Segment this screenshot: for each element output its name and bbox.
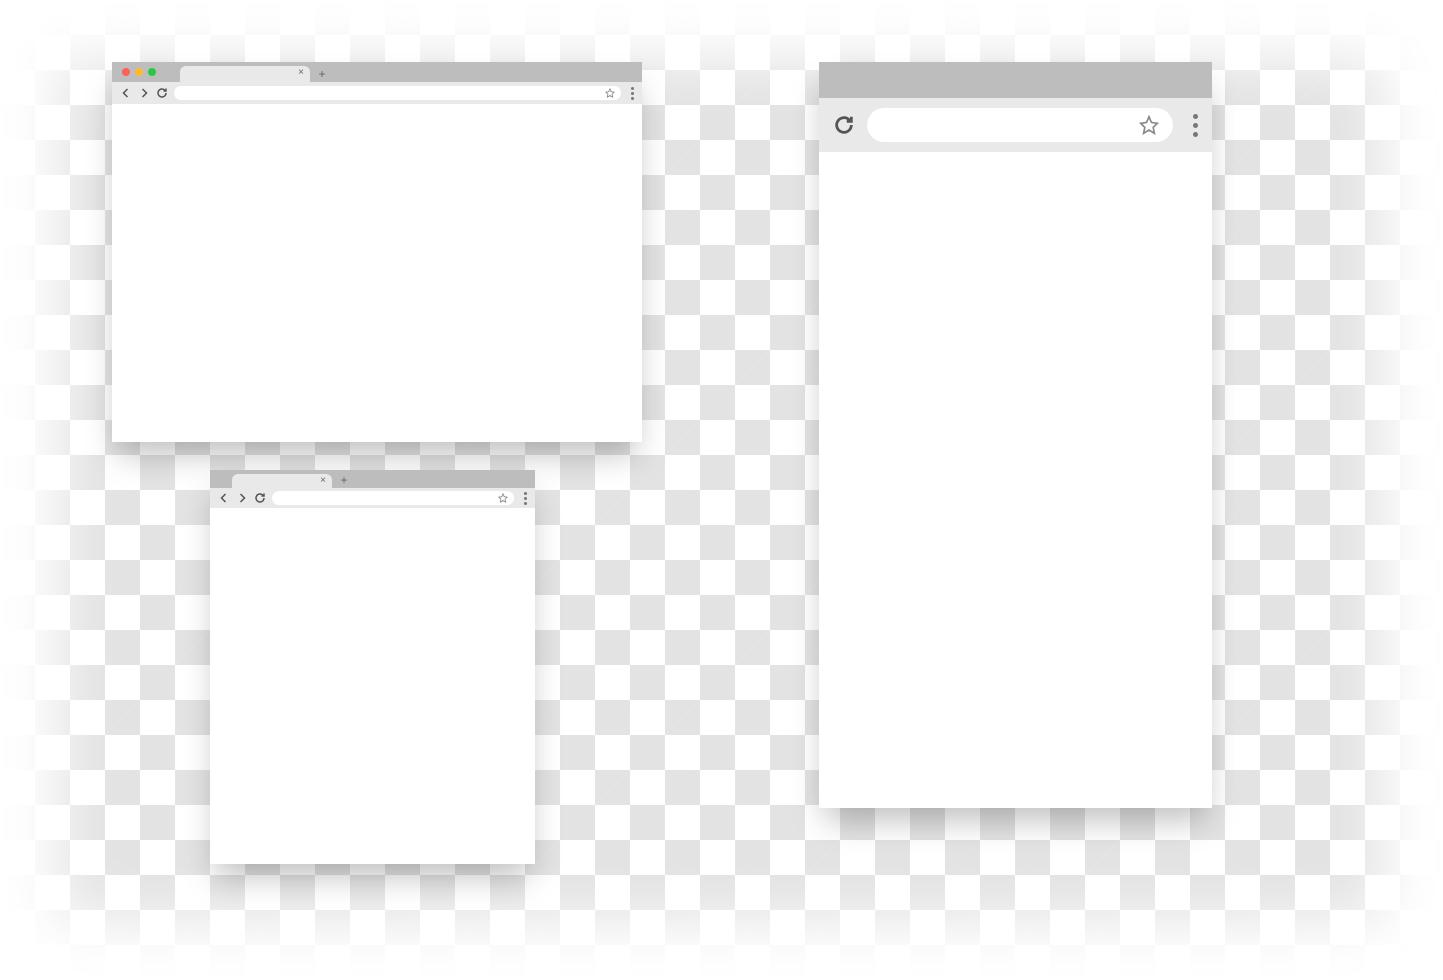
bookmark-star-icon[interactable] <box>1139 115 1159 135</box>
navigation-toolbar <box>819 98 1212 152</box>
mobile-top-bar <box>819 62 1212 98</box>
address-bar[interactable] <box>867 108 1173 142</box>
forward-icon[interactable] <box>138 87 150 99</box>
address-bar[interactable] <box>174 86 621 100</box>
close-window-button[interactable] <box>122 68 130 76</box>
browser-window-tablet: × + <box>210 470 535 864</box>
close-tab-icon[interactable]: × <box>298 68 304 78</box>
browser-tab[interactable]: × <box>180 66 310 82</box>
bookmark-star-icon[interactable] <box>498 493 508 503</box>
close-tab-icon[interactable]: × <box>320 476 326 486</box>
kebab-menu-icon[interactable] <box>631 87 634 100</box>
browser-tab[interactable]: × <box>232 474 332 488</box>
window-controls <box>122 68 156 76</box>
page-content-area <box>210 508 535 864</box>
reload-icon[interactable] <box>254 492 266 504</box>
kebab-menu-icon[interactable] <box>1193 114 1198 137</box>
tab-strip: × + <box>210 470 535 488</box>
reload-icon[interactable] <box>833 114 855 136</box>
page-content-area <box>819 152 1212 808</box>
page-content-area <box>112 104 642 442</box>
address-bar[interactable] <box>272 491 514 505</box>
maximize-window-button[interactable] <box>148 68 156 76</box>
navigation-toolbar <box>112 82 642 104</box>
back-icon[interactable] <box>218 492 230 504</box>
reload-icon[interactable] <box>156 87 168 99</box>
back-icon[interactable] <box>120 87 132 99</box>
minimize-window-button[interactable] <box>135 68 143 76</box>
browser-window-mobile <box>819 62 1212 808</box>
bookmark-star-icon[interactable] <box>605 88 615 98</box>
kebab-menu-icon[interactable] <box>524 492 527 505</box>
forward-icon[interactable] <box>236 492 248 504</box>
browser-window-desktop: × + <box>112 62 642 442</box>
new-tab-button[interactable]: + <box>316 68 328 80</box>
navigation-toolbar <box>210 488 535 508</box>
tab-strip: × + <box>112 62 642 82</box>
new-tab-button[interactable]: + <box>338 474 350 486</box>
